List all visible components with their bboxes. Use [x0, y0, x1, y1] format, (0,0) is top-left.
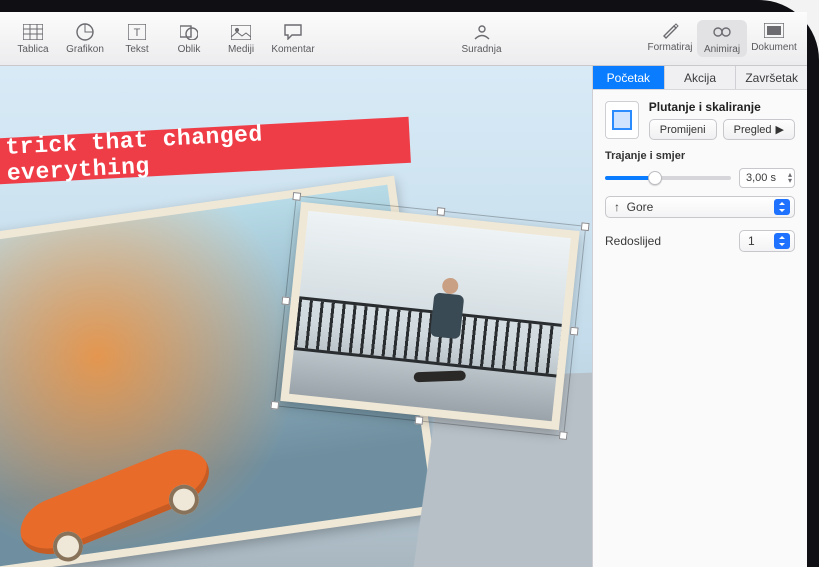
direction-popup[interactable]: ↑ Gore — [605, 196, 795, 218]
tab-action[interactable]: Akcija — [665, 66, 737, 89]
toolbar-label: Mediji — [228, 44, 254, 55]
text-icon: T — [124, 22, 150, 42]
toolbar-document[interactable]: Dokument — [749, 20, 799, 57]
slide-title-text: trick that changed everything — [5, 114, 411, 187]
resize-handle[interactable] — [415, 416, 424, 425]
toolbar-label: Oblik — [178, 44, 201, 55]
duration-stepper[interactable]: 3,00 s ▴▾ — [739, 168, 795, 188]
tab-build-in[interactable]: Početak — [593, 66, 665, 89]
slider-thumb[interactable] — [648, 171, 662, 185]
toolbar-label: Animiraj — [704, 44, 740, 55]
stepper-arrows-icon[interactable]: ▴▾ — [788, 172, 792, 184]
toolbar-format[interactable]: Formatiraj — [645, 20, 695, 57]
duration-slider[interactable] — [605, 176, 731, 180]
resize-handle[interactable] — [437, 207, 446, 216]
toolbar-text[interactable]: T Tekst — [112, 22, 162, 55]
preview-button[interactable]: Pregled ▶ — [723, 119, 795, 140]
toolbar-animate[interactable]: Animiraj — [697, 20, 747, 57]
toolbar: Tablica Grafikon T Tekst Oblik — [0, 12, 807, 66]
resize-handle[interactable] — [281, 296, 290, 305]
skateboard-graphic — [12, 439, 218, 565]
direction-value: Gore — [627, 200, 654, 214]
toolbar-label: Formatiraj — [647, 42, 692, 53]
selection-outline — [274, 195, 587, 436]
chevron-updown-icon — [774, 233, 790, 249]
order-popup[interactable]: 1 — [739, 230, 795, 252]
effect-name: Plutanje i skaliranje — [649, 100, 795, 114]
comment-icon — [280, 22, 306, 42]
play-icon: ▶ — [776, 123, 784, 136]
chevron-updown-icon — [774, 199, 790, 215]
media-icon — [228, 22, 254, 42]
format-icon — [657, 20, 683, 40]
resize-handle[interactable] — [292, 192, 301, 201]
animation-tabs: Početak Akcija Završetak — [593, 66, 807, 90]
resize-handle[interactable] — [270, 401, 279, 410]
svg-text:T: T — [134, 27, 141, 39]
resize-handle[interactable] — [559, 431, 568, 440]
animate-icon — [709, 22, 735, 42]
table-icon — [20, 22, 46, 42]
preview-label: Pregled — [734, 124, 772, 136]
arrow-up-icon: ↑ — [614, 200, 620, 214]
toolbar-chart[interactable]: Grafikon — [60, 22, 110, 55]
order-label: Redoslijed — [605, 234, 661, 248]
toolbar-label: Komentar — [271, 44, 314, 55]
toolbar-collaborate[interactable]: Suradnja — [457, 22, 507, 55]
toolbar-label: Grafikon — [66, 44, 104, 55]
document-icon — [761, 20, 787, 40]
shape-icon — [176, 22, 202, 42]
slide-canvas[interactable]: trick that changed everything — [0, 66, 593, 567]
toolbar-label: Suradnja — [461, 44, 501, 55]
photo-frame-selected[interactable] — [280, 202, 579, 430]
chart-icon — [72, 22, 98, 42]
toolbar-label: Tekst — [125, 44, 148, 55]
resize-handle[interactable] — [570, 327, 579, 336]
toolbar-table[interactable]: Tablica — [8, 22, 58, 55]
toolbar-label: Tablica — [17, 44, 48, 55]
toolbar-shape[interactable]: Oblik — [164, 22, 214, 55]
toolbar-comment[interactable]: Komentar — [268, 22, 318, 55]
change-effect-button[interactable]: Promijeni — [649, 119, 717, 140]
toolbar-label: Dokument — [751, 42, 797, 53]
effect-thumbnail — [605, 101, 639, 139]
slide-title-band: trick that changed everything — [0, 117, 411, 185]
duration-value: 3,00 s — [746, 172, 776, 184]
collaborate-icon — [469, 22, 495, 42]
toolbar-media[interactable]: Mediji — [216, 22, 266, 55]
tab-build-out[interactable]: Završetak — [736, 66, 807, 89]
resize-handle[interactable] — [581, 222, 590, 231]
order-value: 1 — [748, 234, 755, 248]
duration-section-label: Trajanje i smjer — [605, 150, 795, 162]
inspector-sidebar: Početak Akcija Završetak Plutanje i skal… — [593, 66, 807, 567]
